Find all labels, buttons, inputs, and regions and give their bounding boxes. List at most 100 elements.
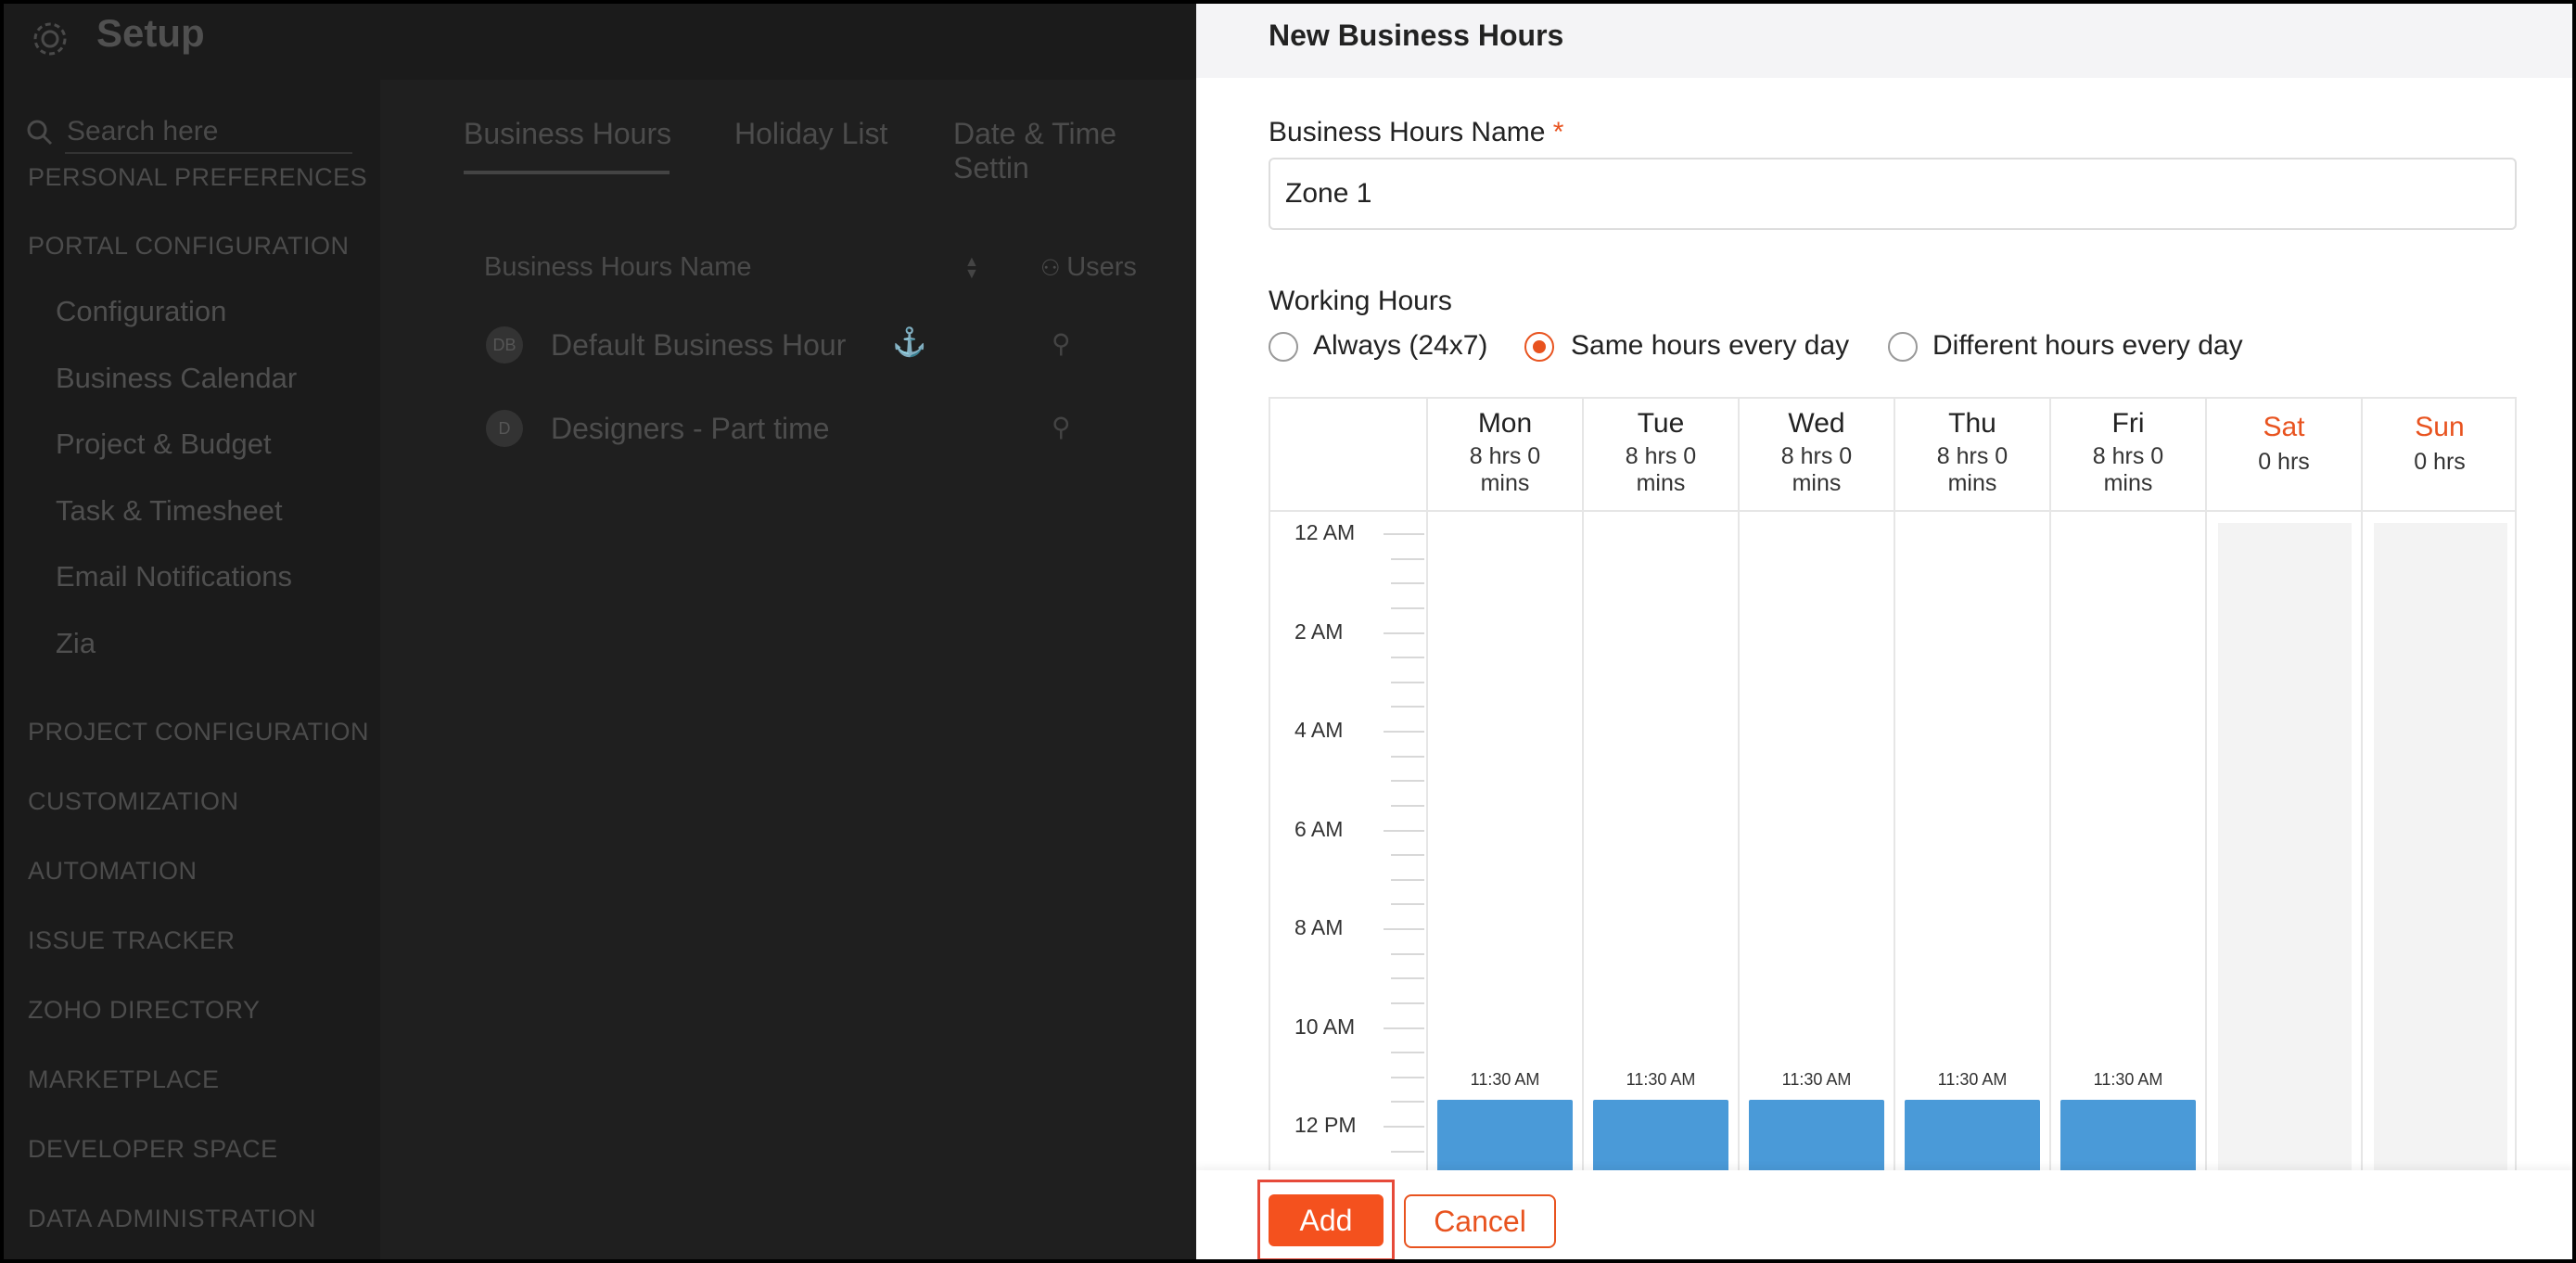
radio-different-hours-label[interactable]: Different hours every day [1932, 330, 2243, 362]
column-header-name[interactable]: Business Hours Name [484, 252, 752, 283]
table-row-name[interactable]: Default Business Hour [551, 328, 846, 363]
non-working-day-shade [2374, 523, 2507, 1170]
day-hours: 0 hrs [2258, 449, 2310, 475]
sidebar-item-task-timesheet[interactable]: Task & Timesheet [56, 494, 283, 528]
time-tick [1384, 1126, 1424, 1128]
time-tick [1391, 804, 1424, 807]
radio-always-label[interactable]: Always (24x7) [1313, 330, 1487, 362]
add-button[interactable]: Add [1269, 1194, 1384, 1246]
sidebar-item-business-calendar[interactable]: Business Calendar [56, 362, 297, 395]
radio-same-hours-label[interactable]: Same hours every day [1571, 330, 1849, 362]
business-hours-name-input[interactable] [1269, 158, 2517, 230]
sidebar-item-email-notifications[interactable]: Email Notifications [56, 560, 292, 593]
day-column-fri[interactable]: Fri 8 hrs 0 mins 11:30 AM [2049, 399, 2205, 1170]
non-working-day-shade [2218, 523, 2352, 1170]
working-hours-block[interactable] [1749, 1100, 1884, 1170]
sidebar-item-configuration[interactable]: Configuration [56, 295, 226, 328]
users-header-label: Users [1066, 252, 1137, 282]
block-start-time: 11:30 AM [1937, 1070, 2008, 1089]
day-name: Wed [1788, 408, 1845, 439]
day-column-tue[interactable]: Tue 8 hrs 0 mins 11:30 AM [1582, 399, 1738, 1170]
radio-always[interactable] [1269, 332, 1298, 362]
time-label: 2 AM [1294, 619, 1344, 644]
sidebar-section-personal-preferences[interactable]: PERSONAL PREFERENCES [28, 163, 367, 192]
day-hours: 8 hrs 0 [1469, 443, 1541, 469]
panel-footer: Add Cancel [1196, 1170, 2576, 1263]
panel-title: New Business Hours [1269, 19, 1564, 52]
sidebar-section-customization[interactable]: CUSTOMIZATION [28, 787, 239, 816]
day-column-thu[interactable]: Thu 8 hrs 0 mins 11:30 AM [1894, 399, 2049, 1170]
tab-date-time-settings[interactable]: Date & Time Settin [953, 117, 1196, 185]
page-title: Setup [96, 11, 205, 55]
day-hours-unit: mins [1792, 470, 1842, 496]
day-header: Tue 8 hrs 0 mins [1584, 399, 1738, 512]
working-hours-block[interactable] [1905, 1100, 2040, 1170]
avatar: DB [486, 326, 523, 364]
sidebar-section-zoho-directory[interactable]: ZOHO DIRECTORY [28, 996, 261, 1025]
day-hours: 8 hrs 0 [1625, 443, 1697, 469]
name-label: Business Hours Name * [1269, 117, 1563, 148]
time-tick [1384, 731, 1424, 733]
weekly-hours-grid: 12 AM 2 AM 4 AM 6 AM 8 AM 10 AM 12 PM Mon 8 hrs… [1269, 397, 2517, 1170]
day-hours: 0 hrs [2414, 449, 2466, 475]
sidebar-item-project-budget[interactable]: Project & Budget [56, 427, 272, 461]
sort-icon[interactable]: ▲ ▼ [964, 255, 979, 282]
day-column-mon[interactable]: Mon 8 hrs 0 mins 11:30 AM [1426, 399, 1582, 1170]
working-hours-label: Working Hours [1269, 286, 1452, 316]
day-name: Fri [2111, 408, 2145, 439]
day-header: Thu 8 hrs 0 mins [1895, 399, 2049, 512]
working-hours-block[interactable] [2060, 1100, 2196, 1170]
time-tick [1391, 878, 1424, 881]
day-name: Sat [2263, 412, 2305, 442]
sidebar-section-data-administration[interactable]: DATA ADMINISTRATION [28, 1205, 316, 1233]
day-column-wed[interactable]: Wed 8 hrs 0 mins 11:30 AM [1738, 399, 1894, 1170]
tab-holiday-list[interactable]: Holiday List [734, 117, 887, 151]
day-hours: 8 hrs 0 [2092, 443, 2164, 469]
block-start-time: 11:30 AM [1781, 1070, 1852, 1089]
radio-different-hours[interactable] [1888, 332, 1918, 362]
time-tick [1391, 606, 1424, 609]
time-tick [1384, 1027, 1424, 1029]
time-tick [1391, 903, 1424, 906]
column-header-users[interactable]: ⚇ Users [1040, 252, 1137, 283]
new-business-hours-panel: New Business Hours Business Hours Name *… [1196, 0, 2576, 1263]
day-header: Sat 0 hrs [2207, 399, 2361, 512]
sidebar-section-automation[interactable]: AUTOMATION [28, 857, 198, 886]
time-tick [1391, 755, 1424, 758]
required-mark: * [1552, 117, 1564, 147]
time-label: 12 AM [1294, 520, 1356, 544]
cancel-button[interactable]: Cancel [1404, 1194, 1556, 1248]
table-row-name[interactable]: Designers - Part time [551, 412, 830, 446]
block-start-time: 11:30 AM [1626, 1070, 1696, 1089]
working-hours-block[interactable] [1593, 1100, 1728, 1170]
sidebar-section-developer-space[interactable]: DEVELOPER SPACE [28, 1135, 278, 1164]
search-icon [26, 119, 54, 147]
gear-icon [30, 19, 70, 59]
time-tick [1384, 928, 1424, 930]
sidebar-section-project-configuration[interactable]: PROJECT CONFIGURATION [28, 718, 369, 746]
app-header: Setup [0, 0, 1196, 80]
time-tick [1391, 657, 1424, 659]
assign-users-icon[interactable]: ⚲ [1052, 412, 1071, 442]
working-hours-block[interactable] [1437, 1100, 1573, 1170]
sidebar-item-zia[interactable]: Zia [56, 627, 96, 660]
day-column-sun[interactable]: Sun 0 hrs [2361, 399, 2515, 1170]
time-tick [1391, 780, 1424, 783]
search-input[interactable] [65, 111, 352, 154]
sidebar-section-marketplace[interactable]: MARKETPLACE [28, 1065, 220, 1094]
radio-same-hours[interactable] [1524, 332, 1554, 362]
panel-header: New Business Hours [1196, 0, 2576, 78]
sidebar-section-issue-tracker[interactable]: ISSUE TRACKER [28, 926, 236, 955]
time-label: 10 AM [1294, 1014, 1356, 1039]
day-hours: 8 hrs 0 [1936, 443, 2009, 469]
day-column-sat[interactable]: Sat 0 hrs [2205, 399, 2361, 1170]
sidebar-section-portal-configuration[interactable]: PORTAL CONFIGURATION [28, 232, 350, 261]
assign-users-icon[interactable]: ⚲ [1052, 328, 1071, 359]
time-tick [1391, 854, 1424, 857]
time-label: 6 AM [1294, 816, 1344, 841]
time-label: 4 AM [1294, 718, 1344, 742]
day-hours-unit: mins [1480, 470, 1530, 496]
time-tick [1391, 706, 1424, 708]
day-hours-unit: mins [2103, 470, 2153, 496]
tab-business-hours[interactable]: Business Hours [464, 117, 671, 151]
